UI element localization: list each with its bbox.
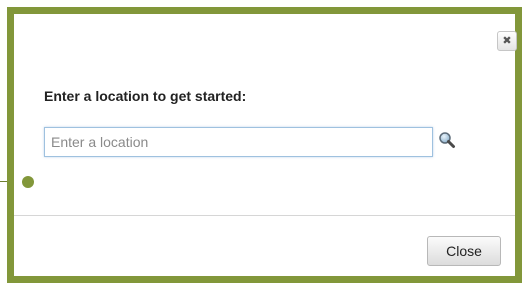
footer-divider [14, 215, 515, 216]
dialog-heading: Enter a location to get started: [44, 88, 247, 104]
callout-pointer-dot [22, 176, 34, 188]
location-dialog: ✖ Enter a location to get started: Close [7, 7, 522, 283]
dialog-close-icon[interactable]: ✖ [497, 31, 517, 51]
location-input[interactable] [44, 127, 433, 157]
close-button[interactable]: Close [427, 236, 501, 266]
search-icon[interactable] [437, 130, 457, 150]
